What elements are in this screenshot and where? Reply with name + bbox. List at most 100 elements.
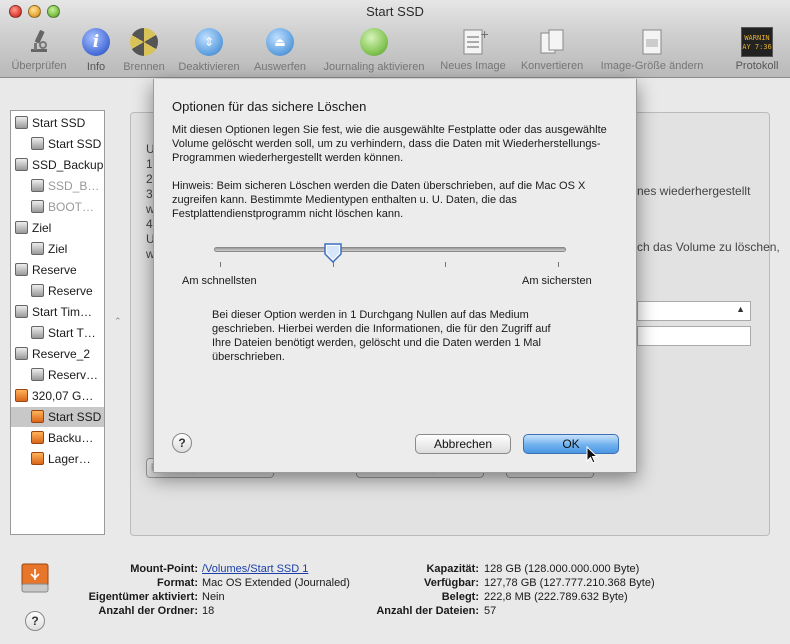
ok-button[interactable]: OK [523, 434, 619, 454]
sidebar-item-label: Start SSD [48, 410, 102, 424]
toolbar-eject-button[interactable]: ⏏ Auswerfen [252, 27, 308, 73]
new-image-icon: + [458, 27, 489, 57]
sidebar-item[interactable]: Reserve [11, 281, 104, 301]
sidebar-item-label: Reserve_2 [32, 347, 91, 361]
sidebar-item[interactable]: BOOT… [11, 197, 104, 217]
background-format-popup[interactable]: ▲ [637, 301, 751, 321]
sidebar-item[interactable]: Start SSD [11, 113, 104, 133]
security-slider-thumb[interactable] [324, 243, 342, 264]
disk-icon [15, 221, 28, 234]
sidebar-item[interactable]: Ziel [11, 218, 104, 238]
sidebar-item[interactable]: SSD_Backup [11, 155, 104, 175]
disk-icon [31, 284, 44, 297]
sidebar-item-label: SSD_Backup [32, 158, 104, 172]
background-side-text: nes wiederhergestellt [637, 184, 751, 198]
info-key: Anzahl der Ordner: [98, 605, 198, 617]
unmount-icon: ⇕ [194, 28, 224, 58]
dialog-intro-text: Mit diesen Optionen legen Sie fest, wie … [172, 124, 607, 164]
sidebar-item[interactable]: Reserv… [11, 365, 104, 385]
toolbar-convert-button[interactable]: Konvertieren [516, 27, 588, 72]
sidebar-item-label: Ziel [32, 221, 52, 235]
slider-max-label: Am sichersten [522, 275, 592, 287]
sidebar-item[interactable]: Start T… [11, 323, 104, 343]
log-icon: WARNIN AY 7:36 [741, 27, 773, 57]
external-disk-icon [31, 431, 44, 444]
toolbar-unmount-button[interactable]: ⇕ Deaktivieren [176, 27, 242, 73]
volume-sidebar[interactable]: Start SSD Start SSD SSD_Backup SSD_B… BOOT… Z… [10, 110, 105, 535]
disk-icon [31, 326, 44, 339]
option-description-text: Bei dieser Option werden in 1 Durchgang … [212, 309, 551, 363]
convert-icon [537, 27, 567, 57]
sidebar-item-label: BOOT… [48, 200, 95, 214]
mount-point-link[interactable]: /Volumes/Start SSD 1 [202, 563, 308, 575]
mouse-cursor-icon [586, 446, 598, 464]
toolbar-new-image-button[interactable]: + Neues Image [438, 27, 508, 72]
info-value: Nein [202, 591, 225, 603]
sidebar-item[interactable]: Start Tim… [11, 302, 104, 322]
sidebar-item-label: Reserve [32, 263, 77, 277]
toolbar-log-button[interactable]: WARNIN AY 7:36 Protokoll [730, 27, 784, 72]
sidebar-item-label: Start Tim… [32, 305, 93, 319]
splitter-handle-icon[interactable]: ⌃ [114, 316, 122, 327]
disk-icon [31, 179, 44, 192]
info-key: Mount-Point: [130, 563, 198, 575]
svg-text:+: + [480, 28, 488, 41]
window-title: Start SSD [366, 4, 424, 19]
disk-icon [31, 368, 44, 381]
disk-icon [15, 263, 28, 276]
disk-icon [31, 242, 44, 255]
sidebar-item[interactable]: Reserve_2 [11, 344, 104, 364]
disk-icon [15, 158, 28, 171]
security-slider-track[interactable] [214, 247, 566, 252]
external-disk-icon [15, 389, 28, 402]
sidebar-item-label: Ziel [48, 242, 68, 256]
toolbar-resize-image-button[interactable]: Image-Größe ändern [594, 27, 710, 72]
info-key: Anzahl der Dateien: [376, 605, 479, 617]
journaling-icon [359, 28, 389, 58]
resize-image-icon [637, 27, 667, 57]
background-volume-text: ch das Volume zu löschen, [637, 240, 780, 254]
disk-icon [31, 200, 44, 213]
toolbar-journaling-button[interactable]: Journaling aktivieren [318, 27, 430, 73]
info-key: Belegt: [441, 591, 479, 603]
usb-disk-icon [20, 562, 50, 594]
info-value: 128 GB (128.000.000.000 Byte) [484, 563, 640, 575]
disk-icon [31, 137, 44, 150]
sidebar-item[interactable]: Start SSD [11, 407, 104, 427]
info-value: 127,78 GB (127.777.210.368 Byte) [484, 577, 655, 589]
dialog-title: Optionen für das sichere Löschen [172, 99, 367, 114]
dialog-note-text: Hinweis: Beim sicheren Löschen werden di… [172, 180, 586, 220]
disk-icon [15, 347, 28, 360]
sidebar-item-label: Reserve [48, 284, 93, 298]
info-value: 18 [202, 605, 215, 617]
external-disk-icon [31, 410, 44, 423]
cancel-button[interactable]: Abbrechen [415, 434, 511, 454]
sidebar-item-label: Start SSD [48, 137, 102, 151]
background-name-field[interactable] [637, 326, 751, 346]
toolbar-burn-button[interactable]: Brennen [120, 27, 168, 73]
sidebar-item[interactable]: Reserve [11, 260, 104, 280]
main-help-button[interactable]: ? [25, 611, 45, 631]
slider-tick [558, 262, 559, 267]
sidebar-item[interactable]: Ziel [11, 239, 104, 259]
sidebar-item-label: SSD_B… [48, 179, 100, 193]
external-disk-icon [31, 452, 44, 465]
sidebar-item[interactable]: Backu… [11, 428, 104, 448]
slider-min-label: Am schnellsten [182, 275, 257, 287]
disk-icon [15, 305, 28, 318]
sidebar-item-label: Reserv… [48, 368, 99, 382]
info-icon: i [81, 28, 111, 58]
toolbar-info-button[interactable]: i Info [80, 27, 112, 73]
sidebar-item[interactable]: 320,07 G… [11, 386, 104, 406]
sidebar-item[interactable]: Lager… [11, 449, 104, 469]
info-value: 222,8 MB (222.789.632 Byte) [484, 591, 628, 603]
info-key: Eigentümer aktiviert: [88, 591, 198, 603]
microscope-icon [24, 27, 54, 57]
toolbar-verify-button[interactable]: Überprüfen [8, 27, 70, 72]
sidebar-item[interactable]: Start SSD [11, 134, 104, 154]
title-bar: Start SSD Überprüfen i Info Brennen ⇕ De… [0, 0, 790, 78]
slider-tick [445, 262, 447, 267]
dialog-help-button[interactable]: ? [172, 433, 192, 453]
sidebar-item[interactable]: SSD_B… [11, 176, 104, 196]
info-value: 57 [484, 605, 497, 617]
